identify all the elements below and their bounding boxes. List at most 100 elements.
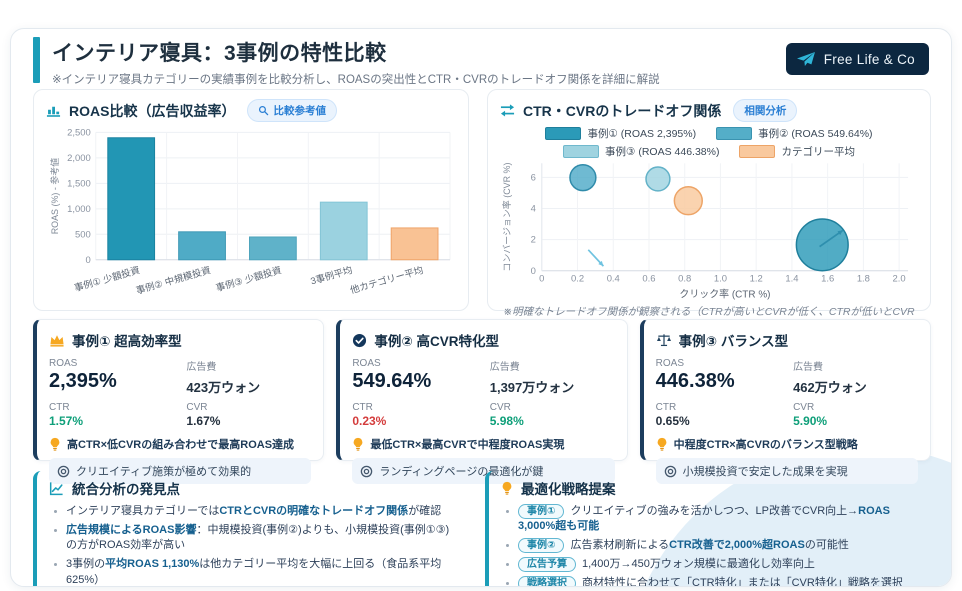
bar-panel-header: ROAS比較（広告収益率） 比較参考値: [46, 99, 456, 122]
spend-value: 462万ウォン: [793, 377, 918, 396]
legend-row: 事例① (ROAS 2,395%) 事例② (ROAS 549.64%): [545, 126, 872, 141]
tradeoff-scatter-panel: CTR・CVRのトレードオフ関係 相関分析 事例① (ROAS 2,395%)事…: [487, 89, 931, 311]
insight-line: 高CTR×低CVRの組み合わせで最高ROAS達成: [49, 436, 311, 452]
scale-icon: [656, 333, 672, 347]
spend-label: 広告費: [490, 358, 615, 373]
roas-bar-panel: ROAS比較（広告収益率） 比較参考値 05001,0001,5002,0002…: [33, 89, 469, 311]
magnifier-icon: [258, 105, 269, 116]
charts-row: ROAS比較（広告収益率） 比較参考値 05001,0001,5002,0002…: [33, 89, 931, 311]
strategy-tag: 事例①: [518, 504, 564, 519]
strategies-list: 事例①クリエイティブの強みを活かしつつ、LP改善でCVR向上→ROAS 3,00…: [501, 504, 921, 587]
finding-item: 3事例の平均ROAS 1,130%は他カテゴリー平均を大幅に上回る（食品系平均6…: [66, 557, 459, 587]
title-accent-bar: [33, 37, 40, 83]
cvr-label: CVR: [490, 402, 615, 413]
cvr-label: CVR: [186, 402, 311, 413]
svg-text:ROAS (%) - 参考値: ROAS (%) - 参考値: [49, 158, 60, 235]
text-segment: インテリア寝具カテゴリーでは: [66, 505, 219, 517]
brand-logo-text: Free Life & Co: [824, 52, 915, 67]
bar-panel-title: ROAS比較（広告収益率）: [69, 101, 235, 121]
strategy-tag: 事例②: [518, 538, 564, 553]
scatter-legend: 事例① (ROAS 2,395%) 事例② (ROAS 549.64%) 事例③ (…: [500, 126, 918, 159]
spend-label: 広告費: [793, 358, 918, 373]
ctr-value: 0.65%: [656, 414, 793, 428]
text-segment: 平均ROAS 1,130%: [105, 558, 199, 570]
ctr-label: CTR: [656, 402, 793, 413]
case-card-metrics: ROAS2,395% 広告費423万ウォン CTR1.57% CVR1.67%: [49, 358, 311, 428]
swap-arrows-icon: [500, 103, 515, 118]
svg-text:500: 500: [75, 229, 91, 240]
strategy-item: 事例①クリエイティブの強みを活かしつつ、LP改善でCVR向上→ROAS 3,00…: [518, 504, 921, 535]
svg-text:0.6: 0.6: [642, 274, 655, 285]
strategies-section: 最適化戦略提案 事例①クリエイティブの強みを活かしつつ、LP改善でCVR向上→R…: [485, 471, 931, 587]
legend-swatch: [739, 145, 775, 158]
findings-header: 統合分析の発見点: [49, 478, 459, 498]
svg-text:0: 0: [86, 255, 91, 266]
svg-text:4: 4: [531, 203, 536, 214]
roas-value: 2,395%: [49, 370, 186, 393]
case-card-metrics: ROAS549.64% 広告費1,397万ウォン CTR0.23% CVR5.9…: [352, 358, 614, 428]
legend-item[interactable]: 事例③ (ROAS 446.38%): [563, 144, 719, 159]
text-segment: クリエイティブの強みを活かしつつ、LP改善でCVR向上→: [570, 505, 858, 517]
case-card-header: 事例① 超高効率型: [49, 330, 311, 350]
svg-text:2,500: 2,500: [67, 127, 91, 138]
roas-value: 549.64%: [352, 370, 489, 393]
svg-text:0.8: 0.8: [678, 274, 691, 285]
svg-text:1.8: 1.8: [857, 274, 870, 285]
strategy-item: 広告予算 1,400万→450万ウォン規模に最適化し効率向上: [518, 557, 921, 572]
case-card: 事例① 超高効率型 ROAS2,395% 広告費423万ウォン CTR1.57%…: [33, 319, 324, 461]
tradeoff-scatter-chart: 024600.20.40.60.81.01.21.41.61.82.0クリック率…: [500, 159, 918, 301]
finding-item: インテリア寝具カテゴリーではCTRとCVRの明確なトレードオフ関係が確認: [66, 504, 459, 519]
text-segment: CTRとCVRの明確なトレードオフ関係: [219, 505, 408, 517]
svg-text:1.0: 1.0: [714, 274, 727, 285]
svg-text:クリック率 (CTR %): クリック率 (CTR %): [679, 288, 770, 301]
text-segment: 商材特性に合わせて「CTR特化」または「CVR特化」戦略を選択: [582, 577, 903, 587]
trend-chart-icon: [49, 481, 64, 496]
crown-icon: [49, 333, 65, 347]
cvr-value: 1.67%: [186, 414, 311, 428]
case-card-metrics: ROAS446.38% 広告費462万ウォン CTR0.65% CVR5.90%: [656, 358, 918, 428]
strategy-tag: 広告予算: [518, 557, 576, 572]
brand-logo: Free Life & Co: [786, 43, 929, 75]
text-segment: の可能性: [805, 539, 849, 551]
cvr-label: CVR: [793, 402, 918, 413]
svg-text:1,500: 1,500: [67, 178, 91, 189]
cvr-value: 5.98%: [490, 414, 615, 428]
scatter-panel-header: CTR・CVRのトレードオフ関係 相関分析: [500, 99, 918, 122]
case-card-header: 事例③ バランス型: [656, 330, 918, 350]
bulb-icon: [656, 437, 668, 452]
svg-text:2.0: 2.0: [893, 274, 906, 285]
legend-item[interactable]: 事例① (ROAS 2,395%): [545, 126, 696, 141]
strategy-item: 事例②広告素材刷新によるCTR改善で2,000%超ROASの可能性: [518, 538, 921, 553]
page-subtitle: ※インテリア寝具カテゴリーの実績事例を比較分析し、ROASの突出性とCTR・CV…: [52, 71, 660, 87]
ctr-label: CTR: [49, 402, 186, 413]
roas-bar-chart: 05001,0001,5002,0002,500事例① 少額投資事例② 中規模投…: [46, 122, 456, 304]
scatter-panel-badge: 相関分析: [733, 99, 797, 122]
legend-swatch: [545, 127, 581, 140]
scatter-panel-title: CTR・CVRのトレードオフ関係: [523, 101, 721, 121]
svg-text:0: 0: [539, 274, 544, 285]
page-title: インテリア寝具：3事例の特性比較: [52, 37, 660, 67]
text-segment: 1,400万→450万ウォン規模に最適化し効率向上: [582, 558, 815, 570]
bulb-icon: [352, 437, 364, 452]
bar-chart-icon: [46, 103, 61, 118]
title-block: インテリア寝具：3事例の特性比較 ※インテリア寝具カテゴリーの実績事例を比較分析…: [33, 37, 660, 87]
strategies-header: 最適化戦略提案: [501, 478, 921, 498]
text-segment: が確認: [408, 505, 441, 517]
ctr-value: 1.57%: [49, 414, 186, 428]
legend-item[interactable]: 事例② (ROAS 549.64%): [716, 126, 872, 141]
roas-label: ROAS: [656, 358, 793, 369]
svg-text:1.2: 1.2: [750, 274, 763, 285]
svg-text:他カテゴリー平均: 他カテゴリー平均: [349, 264, 425, 296]
bulb-icon: [501, 481, 513, 496]
dashboard-card: インテリア寝具：3事例の特性比較 ※インテリア寝具カテゴリーの実績事例を比較分析…: [10, 28, 952, 587]
svg-text:事例③ 少額投資: 事例③ 少額投資: [215, 264, 283, 294]
svg-text:事例② 中規模投資: 事例② 中規模投資: [135, 264, 212, 297]
case-card-title: 事例① 超高効率型: [72, 330, 182, 350]
legend-row: 事例③ (ROAS 446.38%) カテゴリー平均: [563, 144, 855, 159]
legend-label: カテゴリー平均: [781, 144, 855, 159]
roas-label: ROAS: [49, 358, 186, 369]
legend-item[interactable]: カテゴリー平均: [739, 144, 855, 159]
findings-list: インテリア寝具カテゴリーではCTRとCVRの明確なトレードオフ関係が確認広告規模…: [49, 504, 459, 587]
ctr-value: 0.23%: [352, 414, 489, 428]
check-circle-icon: [352, 333, 367, 348]
